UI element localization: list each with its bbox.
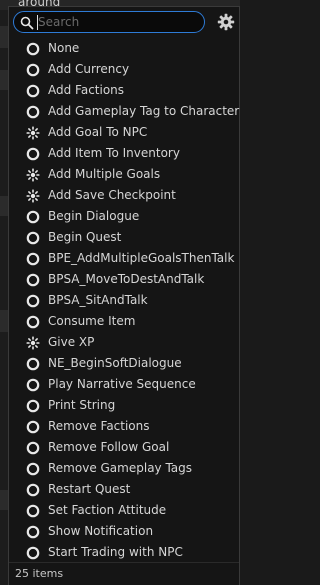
item-count: 25 items: [15, 567, 64, 580]
list-item-label: Begin Dialogue: [48, 209, 140, 223]
list-item[interactable]: Give XP: [9, 332, 239, 353]
class-list: None Add Currency Add Factions Add Gameplay…: [9, 38, 239, 563]
radio-circle-icon: [26, 419, 40, 434]
background-band: [0, 70, 8, 90]
radio-circle-icon: [26, 83, 40, 98]
search-box[interactable]: [13, 11, 205, 33]
list-item[interactable]: Set Faction Attitude: [9, 500, 239, 521]
list-item-label: BPSA_SitAndTalk: [48, 293, 148, 307]
radio-circle-icon: [26, 545, 40, 560]
search-icon: [20, 16, 34, 30]
list-item-label: Start Trading with NPC: [48, 545, 183, 559]
list-item-label: Consume Item: [48, 314, 136, 328]
list-item[interactable]: Consume Item: [9, 311, 239, 332]
radio-circle-icon: [26, 230, 40, 245]
background-band: [0, 490, 8, 510]
list-item[interactable]: BPE_AddMultipleGoalsThenTalk: [9, 248, 239, 269]
list-item-label: BPE_AddMultipleGoalsThenTalk: [48, 251, 235, 265]
radio-circle-icon: [26, 503, 40, 518]
search-row: [13, 11, 235, 35]
radio-circle-icon: [26, 524, 40, 539]
radio-circle-icon: [26, 356, 40, 371]
radio-circle-icon: [26, 440, 40, 455]
list-item-label: Restart Quest: [48, 482, 131, 496]
list-item[interactable]: NE_BeginSoftDialogue: [9, 353, 239, 374]
list-item-label: Begin Quest: [48, 230, 122, 244]
list-item[interactable]: BPSA_MoveToDestAndTalk: [9, 269, 239, 290]
blueprint-icon: [26, 167, 40, 182]
list-item-label: Add Currency: [48, 62, 130, 76]
list-item[interactable]: BPSA_SitAndTalk: [9, 290, 239, 311]
list-item-label: BPSA_MoveToDestAndTalk: [48, 272, 205, 286]
list-item-label: Show Notification: [48, 524, 154, 538]
blueprint-icon: [26, 188, 40, 203]
list-item[interactable]: Remove Follow Goal: [9, 437, 239, 458]
list-item[interactable]: Begin Dialogue: [9, 206, 239, 227]
list-item-label: Remove Follow Goal: [48, 440, 170, 454]
radio-circle-icon: [26, 272, 40, 287]
radio-circle-icon: [26, 41, 40, 56]
list-item[interactable]: None: [9, 38, 239, 59]
radio-circle-icon: [26, 482, 40, 497]
list-item[interactable]: Begin Quest: [9, 227, 239, 248]
list-item-label: None: [48, 41, 80, 55]
footer: 25 items: [9, 562, 239, 585]
radio-circle-icon: [26, 461, 40, 476]
list-item[interactable]: Restart Quest: [9, 479, 239, 500]
list-item[interactable]: Add Save Checkpoint: [9, 185, 239, 206]
list-item-label: Remove Gameplay Tags: [48, 461, 193, 475]
background-left-strip: [0, 10, 8, 585]
class-picker-root: around Search None Add Currency Add Fact…: [0, 0, 240, 585]
class-picker-popup: None Add Currency Add Factions Add Gameplay…: [8, 6, 240, 585]
list-item[interactable]: Start Trading with NPC: [9, 542, 239, 563]
list-item[interactable]: Add Multiple Goals: [9, 164, 239, 185]
list-item[interactable]: Remove Factions: [9, 416, 239, 437]
list-item[interactable]: Add Goal To NPC: [9, 122, 239, 143]
radio-circle-icon: [26, 398, 40, 413]
search-input[interactable]: [38, 14, 198, 30]
list-item[interactable]: Add Item To Inventory: [9, 143, 239, 164]
radio-circle-icon: [26, 377, 40, 392]
radio-circle-icon: [26, 104, 40, 119]
list-item-label: Add Gameplay Tag to Character: [48, 104, 240, 118]
list-item[interactable]: Play Narrative Sequence: [9, 374, 239, 395]
list-item[interactable]: Print String: [9, 395, 239, 416]
radio-circle-icon: [26, 146, 40, 161]
list-item-label: Add Save Checkpoint: [48, 188, 176, 202]
list-item-label: Add Goal To NPC: [48, 125, 148, 139]
list-item[interactable]: Add Factions: [9, 80, 239, 101]
list-item-label: Print String: [48, 398, 116, 412]
background-band: [0, 26, 8, 48]
radio-circle-icon: [26, 62, 40, 77]
radio-circle-icon: [26, 209, 40, 224]
list-item-label: Play Narrative Sequence: [48, 377, 196, 391]
list-item-label: NE_BeginSoftDialogue: [48, 356, 182, 370]
background-band: [0, 310, 8, 332]
background-band: [0, 196, 8, 216]
list-item[interactable]: Remove Gameplay Tags: [9, 458, 239, 479]
radio-circle-icon: [26, 314, 40, 329]
list-item-label: Remove Factions: [48, 419, 150, 433]
list-item-label: Give XP: [48, 335, 95, 349]
list-item-label: Add Item To Inventory: [48, 146, 180, 160]
list-item[interactable]: Add Gameplay Tag to Character: [9, 101, 239, 122]
blueprint-icon: [26, 335, 40, 350]
radio-circle-icon: [26, 251, 40, 266]
blueprint-icon: [26, 125, 40, 140]
list-item-label: Add Factions: [48, 83, 125, 97]
list-item[interactable]: Add Currency: [9, 59, 239, 80]
list-item-label: Set Faction Attitude: [48, 503, 167, 517]
radio-circle-icon: [26, 293, 40, 308]
list-item-label: Add Multiple Goals: [48, 167, 161, 181]
list-item[interactable]: Show Notification: [9, 521, 239, 542]
gear-icon[interactable]: [217, 13, 235, 31]
